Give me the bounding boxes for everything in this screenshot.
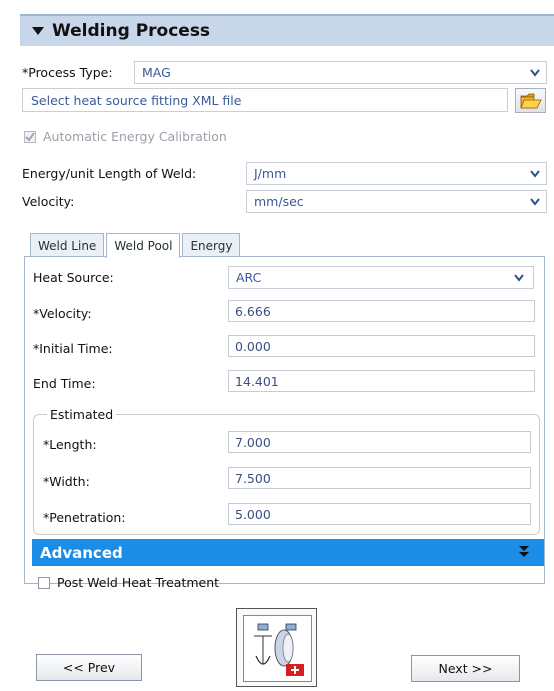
tab-weld-line[interactable]: Weld Line (30, 233, 105, 257)
end-time-label: End Time: (33, 376, 96, 391)
weld-preview-frame (243, 615, 312, 682)
tab-energy[interactable]: Energy (182, 233, 241, 257)
width-input[interactable]: 7.500 (228, 467, 531, 489)
velocity-unit-select[interactable]: mm/sec (246, 190, 547, 213)
checkbox-box (38, 576, 50, 589)
section-title: Welding Process (52, 21, 211, 41)
heat-source-label: Heat Source: (33, 270, 114, 285)
process-type-label: *Process Type: (22, 65, 113, 80)
next-button[interactable]: Next >> (411, 655, 520, 682)
length-label: *Length: (43, 437, 97, 452)
length-input[interactable]: 7.000 (228, 431, 531, 453)
advanced-section-toggle[interactable]: Advanced (32, 539, 544, 566)
initial-time-input[interactable]: 0.000 (228, 335, 535, 357)
post-weld-heat-treatment-checkbox[interactable]: Post Weld Heat Treatment (38, 575, 219, 590)
process-type-select[interactable]: MAG (134, 61, 547, 84)
xml-file-placeholder: Select heat source fitting XML file (31, 92, 242, 108)
width-label: *Width: (43, 474, 90, 489)
weld-bead-icon (254, 623, 304, 676)
advanced-label: Advanced (40, 543, 123, 562)
process-type-value: MAG (142, 65, 171, 80)
auto-energy-calibration-label: Automatic Energy Calibration (43, 129, 227, 144)
velocity-label: *Velocity: (33, 306, 92, 321)
penetration-input[interactable]: 5.000 (228, 503, 531, 525)
checkmark-icon (25, 131, 35, 141)
collapse-triangle-icon (32, 27, 44, 35)
estimated-legend: Estimated (47, 407, 117, 422)
heat-source-value: ARC (236, 270, 262, 285)
chevron-down-icon (530, 69, 540, 77)
chevron-down-icon (530, 198, 540, 206)
weld-preview-image-button[interactable] (236, 608, 317, 687)
velocity-input[interactable]: 6.666 (228, 300, 535, 322)
auto-energy-calibration-checkbox[interactable]: Automatic Energy Calibration (24, 129, 227, 144)
chevron-down-icon (530, 170, 540, 178)
end-time-input[interactable]: 14.401 (228, 370, 535, 392)
energy-unit-value: J/mm (254, 166, 287, 181)
initial-time-label: *Initial Time: (33, 341, 113, 356)
velocity-unit-label: Velocity: (22, 194, 75, 209)
open-folder-button[interactable] (515, 88, 546, 113)
folder-open-icon (519, 93, 542, 108)
post-weld-heat-treatment-label: Post Weld Heat Treatment (57, 575, 220, 590)
prev-button[interactable]: << Prev (36, 654, 142, 681)
double-chevron-down-icon (519, 546, 529, 557)
checkbox-box (24, 130, 36, 143)
energy-unit-select[interactable]: J/mm (246, 162, 547, 185)
penetration-label: *Penetration: (43, 510, 126, 525)
xml-file-input[interactable]: Select heat source fitting XML file (22, 88, 508, 112)
tab-weld-pool[interactable]: Weld Pool (106, 233, 181, 258)
tab-bar: Weld Line Weld Pool Energy (30, 233, 242, 258)
velocity-unit-value: mm/sec (254, 194, 304, 209)
heat-source-select[interactable]: ARC (228, 266, 534, 289)
energy-unit-length-label: Energy/unit Length of Weld: (22, 166, 197, 181)
welding-process-header[interactable]: Welding Process (20, 14, 554, 46)
chevron-down-icon (514, 274, 524, 282)
